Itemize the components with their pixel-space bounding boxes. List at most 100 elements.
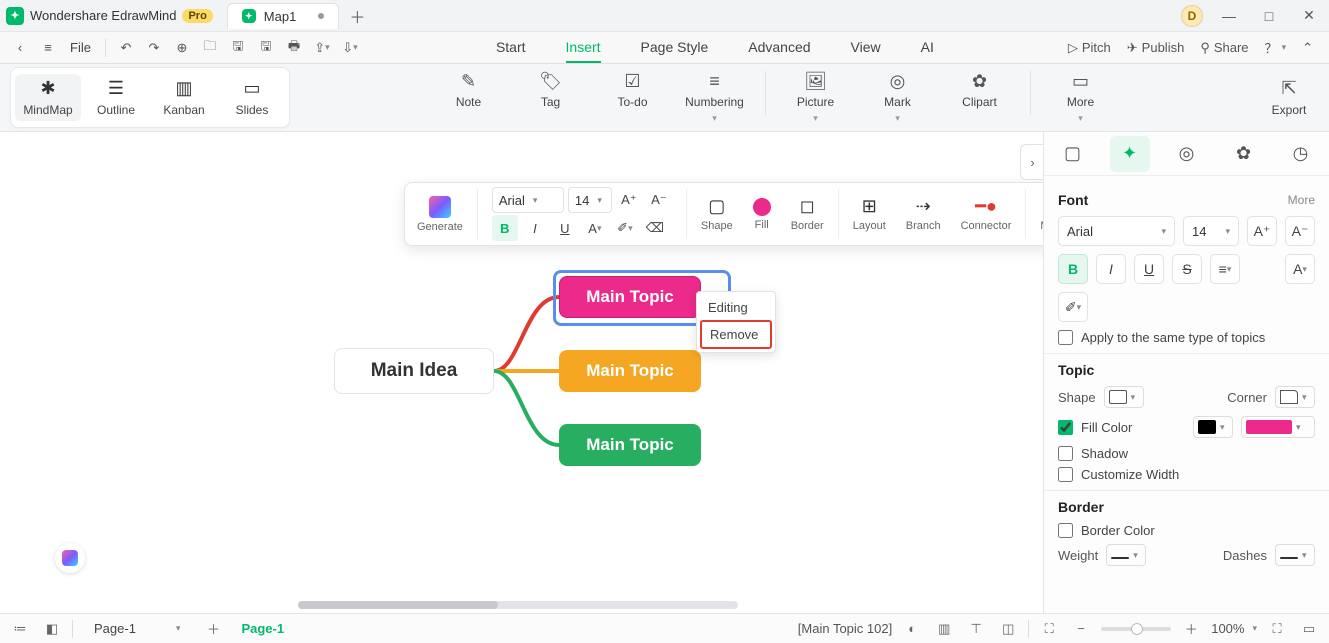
panel-font-shrink[interactable]: A⁻ bbox=[1285, 216, 1315, 246]
new-tab-button[interactable]: ＋ bbox=[349, 4, 365, 28]
fill-checkbox[interactable] bbox=[1058, 420, 1073, 435]
generate-button[interactable]: Generate bbox=[409, 187, 471, 241]
panel-tab-style[interactable]: ✦ bbox=[1110, 136, 1150, 172]
panel-tab-icon[interactable]: ✿ bbox=[1224, 136, 1264, 172]
undo-button[interactable]: ↶ bbox=[114, 36, 138, 60]
shape-button[interactable]: ▢Shape bbox=[693, 187, 741, 241]
export-button[interactable]: ⇱Export bbox=[1259, 79, 1319, 117]
layout-3-icon[interactable]: ◫ bbox=[996, 617, 1020, 641]
insert-more[interactable]: ▭More▾ bbox=[1049, 71, 1113, 124]
insert-picture[interactable]: 🖼Picture▾ bbox=[784, 71, 848, 124]
view-kanban[interactable]: ▥Kanban bbox=[151, 74, 217, 121]
insert-note[interactable]: ✎Note bbox=[437, 71, 501, 109]
page-tab-1[interactable]: Page-1 bbox=[233, 621, 292, 636]
panel-tab-topic[interactable]: ▢ bbox=[1053, 136, 1093, 172]
layout-1-icon[interactable]: ▥ bbox=[932, 617, 956, 641]
font-more-link[interactable]: More bbox=[1288, 193, 1315, 207]
fullscreen-icon[interactable]: ⛶ bbox=[1265, 617, 1289, 641]
insert-todo[interactable]: ☑To-do bbox=[601, 71, 665, 109]
panel-font-color[interactable]: A▾ bbox=[1285, 254, 1315, 284]
hamburger-icon[interactable]: ≡ bbox=[36, 36, 60, 60]
insert-tag[interactable]: 🏷Tag bbox=[519, 71, 583, 109]
custom-width-checkbox[interactable] bbox=[1058, 467, 1073, 482]
view-mindmap[interactable]: ✱MindMap bbox=[15, 74, 81, 121]
panel-tab-history[interactable]: ◷ bbox=[1281, 136, 1321, 172]
custom-width-check[interactable]: Customize Width bbox=[1058, 467, 1315, 482]
new-file-button[interactable]: ⊕ bbox=[170, 36, 194, 60]
outline-toggle-icon[interactable]: ≔ bbox=[8, 617, 32, 641]
font-size-select[interactable]: 14▾ bbox=[568, 187, 612, 213]
central-topic[interactable]: Main Idea bbox=[334, 348, 494, 394]
fill-color-select[interactable]: ▾ bbox=[1241, 416, 1315, 438]
border-button[interactable]: ◻Border bbox=[783, 187, 832, 241]
tab-view[interactable]: View bbox=[851, 33, 881, 63]
zoom-in-button[interactable]: ＋ bbox=[1179, 617, 1203, 641]
window-maximize-button[interactable]: □ bbox=[1249, 0, 1289, 32]
window-close-button[interactable]: ✕ bbox=[1289, 0, 1329, 32]
branch-button[interactable]: ⇢Branch bbox=[898, 187, 949, 241]
canvas[interactable]: › ⚲ Generate Arial▾ 14▾ A⁺ A⁻ B I U bbox=[0, 132, 1043, 613]
publish-button[interactable]: ✈ Publish bbox=[1127, 40, 1185, 56]
main-topic-3[interactable]: Main Topic bbox=[559, 424, 701, 466]
clear-format-button[interactable]: ⌫ bbox=[642, 215, 668, 241]
user-avatar[interactable]: D bbox=[1181, 5, 1203, 27]
apply-checkbox[interactable] bbox=[1058, 330, 1073, 345]
shadow-checkbox[interactable] bbox=[1058, 446, 1073, 461]
export-quick-button[interactable]: ⇪▾ bbox=[310, 36, 334, 60]
print-button[interactable]: 🖶 bbox=[282, 36, 306, 60]
panel-strike[interactable]: S bbox=[1172, 254, 1202, 284]
apply-same-type-check[interactable]: Apply to the same type of topics bbox=[1058, 330, 1315, 345]
import-quick-button[interactable]: ⇩▾ bbox=[338, 36, 362, 60]
panel-italic[interactable]: I bbox=[1096, 254, 1126, 284]
file-menu[interactable]: File bbox=[64, 40, 97, 55]
font-grow-button[interactable]: A⁺ bbox=[616, 187, 642, 213]
sidebar-toggle-icon[interactable]: ◧ bbox=[40, 617, 64, 641]
page-selector[interactable]: Page-1▾ bbox=[81, 618, 193, 640]
panel-font-family[interactable]: Arial▾ bbox=[1058, 216, 1175, 246]
fill-mode-select[interactable]: ▾ bbox=[1193, 416, 1233, 438]
main-topic-1[interactable]: Main Topic bbox=[559, 276, 701, 318]
connector-button[interactable]: ━●Connector bbox=[953, 187, 1020, 241]
panel-tab-mark[interactable]: ◎ bbox=[1167, 136, 1207, 172]
ctx-editing[interactable]: Editing bbox=[700, 295, 772, 320]
insert-clipart[interactable]: ✿Clipart bbox=[948, 71, 1012, 109]
panel-font-size[interactable]: 14▾ bbox=[1183, 216, 1239, 246]
tab-advanced[interactable]: Advanced bbox=[748, 33, 810, 63]
shape-select[interactable]: ▾ bbox=[1104, 386, 1144, 408]
tab-page-style[interactable]: Page Style bbox=[641, 33, 709, 63]
layout-2-icon[interactable]: ⊤ bbox=[964, 617, 988, 641]
font-color-button[interactable]: A▾ bbox=[582, 215, 608, 241]
redo-button[interactable]: ↷ bbox=[142, 36, 166, 60]
panel-underline[interactable]: U bbox=[1134, 254, 1164, 284]
zoom-slider-thumb[interactable] bbox=[1131, 623, 1143, 635]
border-color-check[interactable]: Border Color bbox=[1058, 523, 1315, 538]
panel-collapse-button[interactable]: › bbox=[1020, 144, 1043, 180]
tab-ai[interactable]: AI bbox=[921, 33, 934, 63]
save-as-button[interactable]: 🖫 bbox=[254, 36, 278, 60]
help-button[interactable]: ？▾ bbox=[1265, 38, 1287, 57]
tab-insert[interactable]: Insert bbox=[566, 33, 601, 63]
font-shrink-button[interactable]: A⁻ bbox=[646, 187, 672, 213]
fit-view-icon[interactable]: ⛶ bbox=[1037, 617, 1061, 641]
bold-button[interactable]: B bbox=[492, 215, 518, 241]
panel-highlight[interactable]: ✐▾ bbox=[1058, 292, 1088, 322]
layout-button[interactable]: ⊞Layout bbox=[845, 187, 894, 241]
dashes-select[interactable]: ▾ bbox=[1275, 544, 1315, 566]
collapse-ribbon-button[interactable]: ⌃ bbox=[1302, 40, 1313, 56]
zoom-out-button[interactable]: − bbox=[1069, 617, 1093, 641]
view-slides[interactable]: ▭Slides bbox=[219, 74, 285, 121]
italic-button[interactable]: I bbox=[522, 215, 548, 241]
insert-numbering[interactable]: ≡Numbering▾ bbox=[683, 71, 747, 124]
fill-button[interactable]: Fill bbox=[745, 187, 779, 241]
pitch-button[interactable]: ▷ Pitch bbox=[1068, 40, 1111, 56]
border-color-checkbox[interactable] bbox=[1058, 523, 1073, 538]
ctx-remove[interactable]: Remove bbox=[700, 320, 772, 349]
main-topic-2[interactable]: Main Topic bbox=[559, 350, 701, 392]
highlight-button[interactable]: ✐▾ bbox=[612, 215, 638, 241]
save-button[interactable]: 🖫 bbox=[226, 36, 250, 60]
window-minimize-button[interactable]: — bbox=[1209, 0, 1249, 32]
fill-color-check[interactable]: Fill Color bbox=[1058, 420, 1132, 435]
zoom-slider[interactable] bbox=[1101, 627, 1171, 631]
open-file-button[interactable]: 🗀 bbox=[198, 36, 222, 60]
add-page-button[interactable]: ＋ bbox=[201, 617, 225, 641]
